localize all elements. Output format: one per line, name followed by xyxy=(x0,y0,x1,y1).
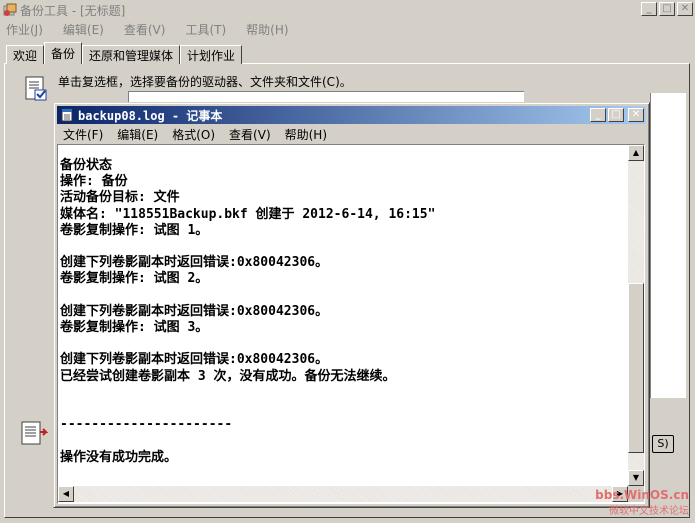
backup-checklist-icon xyxy=(24,75,48,103)
scroll-left-arrow-icon[interactable]: ◀ xyxy=(58,486,74,502)
notepad-title: backup08.log - 记事本 xyxy=(78,108,223,123)
watermark-forum: 微软中文技术论坛 xyxy=(609,506,689,517)
backup-menubar: 作业(J) 编辑(E) 查看(V) 工具(T) 帮助(H) xyxy=(0,20,695,38)
watermark-site: bbs.WinOS.cn xyxy=(595,488,689,502)
horizontal-scrollbar[interactable]: ◀ ▶ xyxy=(58,486,628,502)
notepad-text-area[interactable]: 备份状态 操作: 备份 活动备份目标: 文件 媒体名: "118551Backu… xyxy=(57,144,645,504)
tab-backup[interactable]: 备份 xyxy=(44,42,83,64)
backup-instruction: 单击复选框，选择要备份的驱动器、文件夹和文件(C)。 xyxy=(58,75,352,89)
backup-maximize-button[interactable]: □ xyxy=(659,2,675,16)
scroll-down-arrow-icon[interactable]: ▼ xyxy=(628,470,644,486)
backup-tabs: 欢迎 备份 还原和管理媒体 计划作业 xyxy=(6,42,243,64)
notepad-menubar: 文件(F) 编辑(E) 格式(O) 查看(V) 帮助(H) xyxy=(57,124,335,144)
backup-side-button[interactable]: S) xyxy=(652,435,674,453)
backup-menu-view[interactable]: 查看(V) xyxy=(124,21,166,38)
tab-restore[interactable]: 还原和管理媒体 xyxy=(82,45,181,64)
backup-minimize-button[interactable]: _ xyxy=(641,2,657,16)
notepad-app-icon xyxy=(60,108,74,122)
backup-menu-tools[interactable]: 工具(T) xyxy=(185,21,226,38)
notepad-titlebar: backup08.log - 记事本 _ □ ✕ xyxy=(57,106,646,124)
backup-menu-help[interactable]: 帮助(H) xyxy=(246,21,288,38)
backup-file-pane[interactable] xyxy=(650,93,686,398)
tab-schedule[interactable]: 计划作业 xyxy=(180,45,243,64)
notepad-menu-format[interactable]: 格式(O) xyxy=(172,126,215,143)
notepad-maximize-button[interactable]: □ xyxy=(608,108,624,122)
vertical-scroll-thumb[interactable] xyxy=(628,283,644,453)
notepad-close-button[interactable]: ✕ xyxy=(628,108,644,122)
backup-menu-edit[interactable]: 编辑(E) xyxy=(63,21,104,38)
notepad-window: backup08.log - 记事本 _ □ ✕ 文件(F) 编辑(E) 格式(… xyxy=(53,102,650,508)
backup-close-button[interactable]: ✕ xyxy=(677,2,693,16)
vertical-scrollbar[interactable]: ▲ ▼ xyxy=(628,145,644,486)
backup-menu-job[interactable]: 作业(J) xyxy=(6,21,43,38)
notepad-menu-edit[interactable]: 编辑(E) xyxy=(117,126,158,143)
notepad-menu-view[interactable]: 查看(V) xyxy=(229,126,271,143)
backup-app-icon xyxy=(3,3,17,17)
notepad-minimize-button[interactable]: _ xyxy=(590,108,606,122)
backup-window-titlebar: 备份工具 - [无标题] _ □ ✕ xyxy=(0,0,695,20)
scroll-up-arrow-icon[interactable]: ▲ xyxy=(628,145,644,161)
notepad-menu-help[interactable]: 帮助(H) xyxy=(285,126,327,143)
backup-window-title: 备份工具 - [无标题] xyxy=(20,3,126,18)
watermark: bbs.WinOS.cn 微软中文技术论坛 xyxy=(595,488,689,517)
backup-destination-icon xyxy=(20,418,49,448)
tab-welcome[interactable]: 欢迎 xyxy=(6,45,45,64)
log-content[interactable]: 备份状态 操作: 备份 活动备份目标: 文件 媒体名: "118551Backu… xyxy=(60,158,628,466)
notepad-menu-file[interactable]: 文件(F) xyxy=(63,126,103,143)
